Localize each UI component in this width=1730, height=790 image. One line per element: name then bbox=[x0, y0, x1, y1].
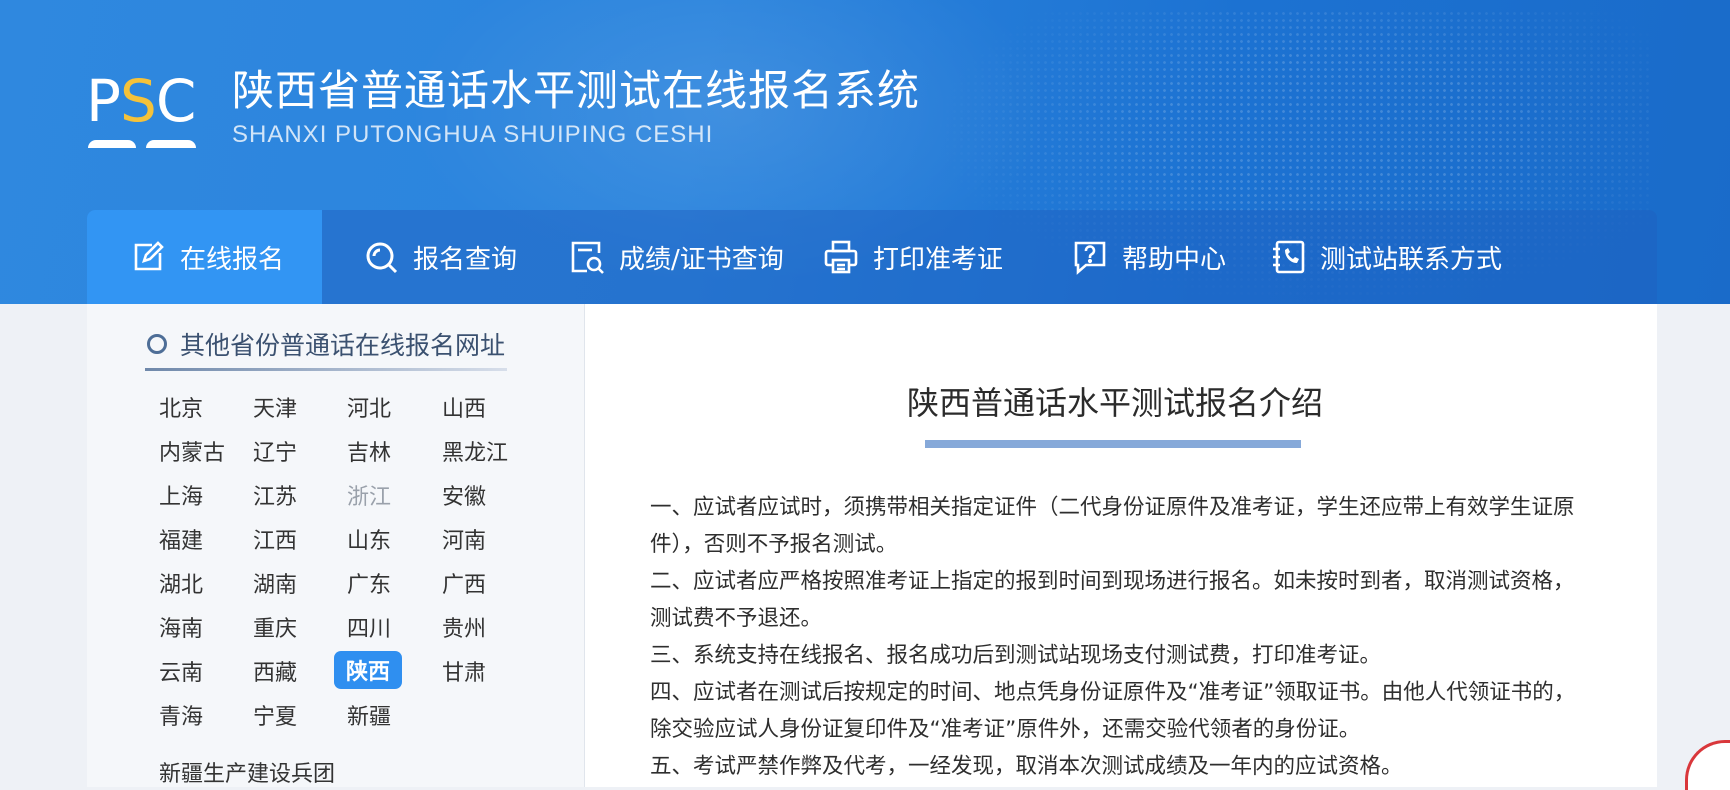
nav-print-admission[interactable]: 打印准考证 bbox=[823, 210, 1003, 304]
province-link[interactable]: 西藏 bbox=[253, 655, 297, 687]
province-link[interactable]: 北京 bbox=[159, 391, 203, 423]
intro-paragraph: 四、应试者在测试后按规定的时间、地点凭身份证原件及“准考证”领取证书。由他人代领… bbox=[650, 680, 1576, 742]
province-link[interactable]: 宁夏 bbox=[253, 699, 297, 731]
edit-icon bbox=[134, 241, 164, 271]
province-link[interactable]: 山东 bbox=[347, 523, 391, 555]
phone-book-icon bbox=[1273, 240, 1305, 274]
site-title: 陕西省普通话水平测试在线报名系统 bbox=[232, 66, 921, 115]
intro-content: 一、应试者应试时，须携带相关指定证件（二代身份证原件及准考证，学生还应带上有效学… bbox=[650, 489, 1590, 785]
province-link[interactable]: 新疆 bbox=[347, 699, 391, 731]
intro-panel: 陕西普通话水平测试报名介绍 一、应试者应试时，须携带相关指定证件（二代身份证原件… bbox=[585, 304, 1657, 787]
nav-label: 报名查询 bbox=[413, 244, 518, 275]
search-icon bbox=[366, 242, 398, 274]
province-link[interactable]: 广东 bbox=[347, 567, 391, 599]
province-link[interactable]: 陕西 bbox=[334, 651, 403, 689]
province-link[interactable]: 贵州 bbox=[442, 611, 486, 643]
nav-label: 测试站联系方式 bbox=[1320, 244, 1503, 275]
circle-bullet-icon bbox=[147, 334, 167, 354]
intro-title-underline bbox=[925, 440, 1301, 448]
intro-paragraph: 三、系统支持在线报名、报名成功后到测试站现场支付测试费，打印准考证。 bbox=[650, 643, 1382, 668]
province-link[interactable]: 山西 bbox=[442, 391, 486, 423]
province-link[interactable]: 广西 bbox=[442, 567, 486, 599]
nav-score-certificate-query[interactable]: 成绩/证书查询 bbox=[569, 210, 784, 304]
sidebar-heading-text: 其他省份普通话在线报名网址 bbox=[180, 331, 506, 360]
nav-label: 打印准考证 bbox=[873, 244, 1004, 275]
nav-help-center[interactable]: 帮助中心 bbox=[1072, 210, 1226, 304]
nav-label: 成绩/证书查询 bbox=[619, 244, 784, 275]
intro-paragraph: 二、应试者应严格按照准考证上指定的报到时间到现场进行报名。如未按时到者，取消测试… bbox=[650, 569, 1575, 631]
floating-widget-edge[interactable] bbox=[1685, 740, 1730, 790]
site-subtitle: SHANXI PUTONGHUA SHUIPING CESHI bbox=[232, 121, 714, 148]
province-link[interactable]: 江苏 bbox=[253, 479, 297, 511]
province-link[interactable]: 河南 bbox=[442, 523, 486, 555]
logo-letter-c: C bbox=[155, 67, 196, 135]
province-link[interactable]: 黑龙江 bbox=[442, 435, 508, 467]
nav-label: 在线报名 bbox=[180, 244, 285, 275]
province-link[interactable]: 江西 bbox=[253, 523, 297, 555]
main-nav: 在线报名 报名查询 成绩/证书查询 打印准考证 帮助中心 测试站联系方式 bbox=[87, 210, 1657, 304]
province-link[interactable]: 海南 bbox=[159, 611, 203, 643]
province-link[interactable]: 辽宁 bbox=[253, 435, 297, 467]
province-sidebar: 其他省份普通话在线报名网址 北京 天津 河北 山西内蒙古 辽宁 吉林 黑龙江上海 江苏 浙江 安徽… bbox=[87, 304, 585, 787]
intro-paragraph: 一、应试者应试时，须携带相关指定证件（二代身份证原件及准考证，学生还应带上有效学… bbox=[650, 495, 1575, 557]
logo-mark: PSC bbox=[86, 70, 198, 132]
intro-paragraph: 五、考试严禁作弊及代考，一经发现，取消本次测试成绩及一年内的应试资格。 bbox=[650, 754, 1403, 779]
province-link[interactable]: 浙江 bbox=[347, 479, 391, 511]
sidebar-heading: 其他省份普通话在线报名网址 bbox=[147, 326, 505, 362]
intro-title: 陕西普通话水平测试报名介绍 bbox=[906, 384, 1323, 422]
province-link[interactable]: 湖南 bbox=[253, 567, 297, 599]
province-link[interactable]: 重庆 bbox=[253, 611, 297, 643]
province-link[interactable]: 内蒙古 bbox=[159, 435, 225, 467]
province-link[interactable]: 河北 bbox=[347, 391, 391, 423]
province-link[interactable]: 福建 bbox=[159, 523, 203, 555]
province-link[interactable]: 吉林 bbox=[347, 435, 391, 467]
province-link-xjbt[interactable]: 新疆生产建设兵团 bbox=[159, 756, 335, 788]
header-banner: PSC 陕西省普通话水平测试在线报名系统 SHANXI PUTONGHUA SH… bbox=[0, 0, 1730, 304]
logo-letter-s: S bbox=[119, 67, 157, 135]
province-link[interactable]: 安徽 bbox=[442, 479, 486, 511]
province-link[interactable]: 云南 bbox=[159, 655, 203, 687]
nav-online-registration[interactable]: 在线报名 bbox=[87, 210, 322, 304]
province-link[interactable]: 四川 bbox=[347, 611, 391, 643]
sidebar-heading-underline bbox=[145, 368, 507, 371]
nav-label: 帮助中心 bbox=[1122, 244, 1227, 275]
nav-test-station-contacts[interactable]: 测试站联系方式 bbox=[1270, 210, 1502, 304]
psc-logo: PSC bbox=[86, 70, 198, 150]
printer-icon bbox=[824, 240, 858, 274]
certificate-search-icon bbox=[571, 241, 604, 274]
province-link[interactable]: 青海 bbox=[159, 699, 203, 731]
nav-registration-query[interactable]: 报名查询 bbox=[363, 210, 517, 304]
province-link[interactable]: 天津 bbox=[253, 391, 297, 423]
province-link[interactable]: 湖北 bbox=[159, 567, 203, 599]
logo-letter-p: P bbox=[86, 67, 121, 135]
province-link[interactable]: 甘肃 bbox=[442, 655, 486, 687]
help-icon bbox=[1074, 241, 1106, 275]
province-link[interactable]: 上海 bbox=[159, 479, 203, 511]
logo-bars bbox=[88, 136, 196, 148]
